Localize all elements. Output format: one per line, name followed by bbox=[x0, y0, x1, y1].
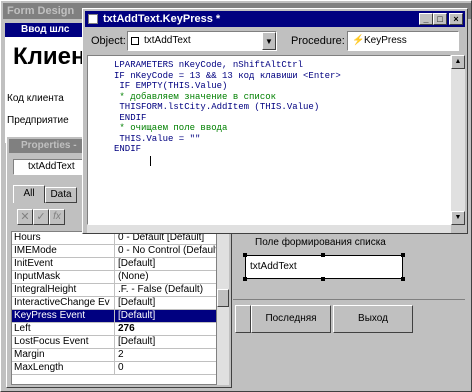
code-window-title: txtAddText.KeyPress * bbox=[103, 13, 221, 25]
function-button[interactable]: fx bbox=[49, 209, 65, 225]
textbox-icon bbox=[131, 37, 139, 45]
separator bbox=[233, 299, 465, 300]
code-line: * добавляем значение в список bbox=[114, 91, 277, 102]
minimize-icon[interactable]: _ bbox=[419, 13, 433, 25]
column-divider bbox=[114, 258, 115, 270]
column-divider bbox=[114, 284, 115, 296]
resize-handle[interactable] bbox=[401, 253, 405, 257]
column-divider bbox=[114, 362, 115, 374]
code-line: THISFORM.lstCity.AddItem (THIS.Value) bbox=[114, 102, 320, 112]
property-row[interactable]: LostFocus Event [Default] bbox=[12, 336, 216, 349]
form-panel: Поле формирования списка txtAddText Посл… bbox=[231, 229, 467, 379]
property-name: InteractiveChange Event bbox=[14, 297, 110, 308]
property-value: 0 - No Control (Default) bbox=[118, 245, 216, 256]
property-value: 276 bbox=[118, 323, 135, 334]
property-value: [Default] bbox=[118, 336, 156, 347]
exit-button[interactable]: Выход bbox=[333, 305, 413, 333]
code-line: THIS.Value = "" bbox=[114, 133, 201, 144]
code-line: LPARAMETERS nKeyCode, nShiftAltCtrl bbox=[114, 60, 304, 70]
procedure-combo[interactable]: ⚡ KeyPress bbox=[347, 31, 459, 51]
column-divider bbox=[114, 323, 115, 335]
property-name: IntegralHeight bbox=[14, 284, 77, 295]
property-row[interactable]: Margin 2 bbox=[12, 349, 216, 362]
form-designer-title: Form Design bbox=[7, 5, 75, 17]
resize-handle[interactable] bbox=[243, 277, 247, 281]
enter-button[interactable] bbox=[235, 305, 251, 333]
resize-handle[interactable] bbox=[243, 253, 247, 257]
code-line: * очищаем поле ввода bbox=[114, 123, 228, 133]
lightning-icon: ⚡ bbox=[352, 35, 365, 46]
property-name: KeyPress Event bbox=[14, 310, 86, 321]
property-grid-scrollbar[interactable] bbox=[217, 231, 229, 385]
property-name: Left bbox=[14, 323, 31, 334]
code-vertical-scrollbar[interactable]: ▲ ▼ bbox=[451, 55, 465, 225]
code-line: IF EMPTY(THIS.Value) bbox=[114, 81, 228, 91]
tab-all[interactable]: All bbox=[13, 185, 45, 203]
code-editor[interactable]: LPARAMETERS nKeyCode, nShiftAltCtrl IF nK… bbox=[87, 55, 451, 225]
property-name: InputMask bbox=[14, 271, 61, 282]
code-line: ENDIF bbox=[114, 144, 142, 154]
cancel-value-button[interactable]: ✕ bbox=[17, 209, 33, 225]
column-divider bbox=[114, 271, 115, 283]
property-value: 0 bbox=[118, 362, 124, 373]
code-window: txtAddText.KeyPress * _ □ × Object: txtA… bbox=[82, 8, 468, 234]
panel-textbox[interactable]: txtAddText bbox=[245, 255, 403, 279]
property-row[interactable]: IntegralHeight .F. - False (Default) bbox=[12, 284, 216, 297]
scroll-thumb[interactable] bbox=[217, 289, 229, 307]
property-grid: Hours 0 - Default [Default] IMEMode 0 - No … bbox=[11, 231, 217, 385]
code-window-titlebar[interactable]: txtAddText.KeyPress * _ □ × bbox=[85, 11, 465, 27]
property-name: IMEMode bbox=[14, 245, 57, 256]
property-value: .F. - False (Default) bbox=[118, 284, 204, 295]
form-heading: Клиен bbox=[13, 43, 86, 70]
column-divider bbox=[114, 349, 115, 361]
column-divider bbox=[114, 245, 115, 257]
resize-handle[interactable] bbox=[321, 253, 325, 257]
property-row[interactable]: MaxLength 0 bbox=[12, 362, 216, 375]
property-value: 2 bbox=[118, 349, 124, 360]
property-name: Margin bbox=[14, 349, 45, 360]
procedure-label: Procedure: bbox=[291, 35, 345, 47]
label-client-code: Код клиента bbox=[7, 93, 64, 104]
object-label: Object: bbox=[91, 35, 126, 47]
window-icon bbox=[88, 14, 98, 24]
scroll-down-icon[interactable]: ▼ bbox=[451, 211, 465, 225]
properties-object-combo[interactable]: txtAddText bbox=[13, 159, 83, 175]
property-name: MaxLength bbox=[14, 362, 64, 373]
column-divider bbox=[114, 297, 115, 309]
property-value: [Default] bbox=[118, 297, 156, 308]
property-row[interactable]: InputMask (None) bbox=[12, 271, 216, 284]
last-button[interactable]: Последняя bbox=[251, 305, 331, 333]
property-row[interactable]: InteractiveChange Event [Default] bbox=[12, 297, 216, 310]
label-company: Предприятие bbox=[7, 115, 69, 126]
resize-handle[interactable] bbox=[321, 277, 325, 281]
resize-handle[interactable] bbox=[401, 277, 405, 281]
property-value: [Default] bbox=[118, 310, 156, 321]
code-line: IF nKeyCode = 13 && 13 код клавиши <Ente… bbox=[114, 70, 341, 81]
property-row[interactable]: IMEMode 0 - No Control (Default) bbox=[12, 245, 216, 258]
property-row[interactable]: InitEvent [Default] bbox=[12, 258, 216, 271]
column-divider bbox=[114, 336, 115, 348]
code-line: ENDIF bbox=[114, 112, 147, 123]
scroll-up-icon[interactable]: ▲ bbox=[451, 55, 465, 69]
property-row[interactable]: Left 276 bbox=[12, 323, 216, 336]
object-combo[interactable]: txtAddText ▼ bbox=[127, 31, 277, 51]
group-label: Поле формирования списка bbox=[255, 237, 386, 248]
code-horizontal-scrollbar[interactable] bbox=[87, 225, 451, 233]
text-cursor bbox=[150, 156, 151, 166]
close-icon[interactable]: × bbox=[449, 13, 463, 25]
property-row[interactable]: KeyPress Event [Default] bbox=[12, 310, 216, 323]
property-name: LostFocus Event bbox=[14, 336, 89, 347]
maximize-icon[interactable]: □ bbox=[433, 13, 447, 25]
property-name: InitEvent bbox=[14, 258, 53, 269]
property-value: (None) bbox=[118, 271, 149, 282]
tab-data[interactable]: Data bbox=[45, 187, 77, 203]
property-value: [Default] bbox=[118, 258, 156, 269]
accept-value-button[interactable]: ✓ bbox=[33, 209, 49, 225]
dropdown-arrow-icon[interactable]: ▼ bbox=[262, 32, 276, 50]
column-divider bbox=[114, 310, 115, 322]
